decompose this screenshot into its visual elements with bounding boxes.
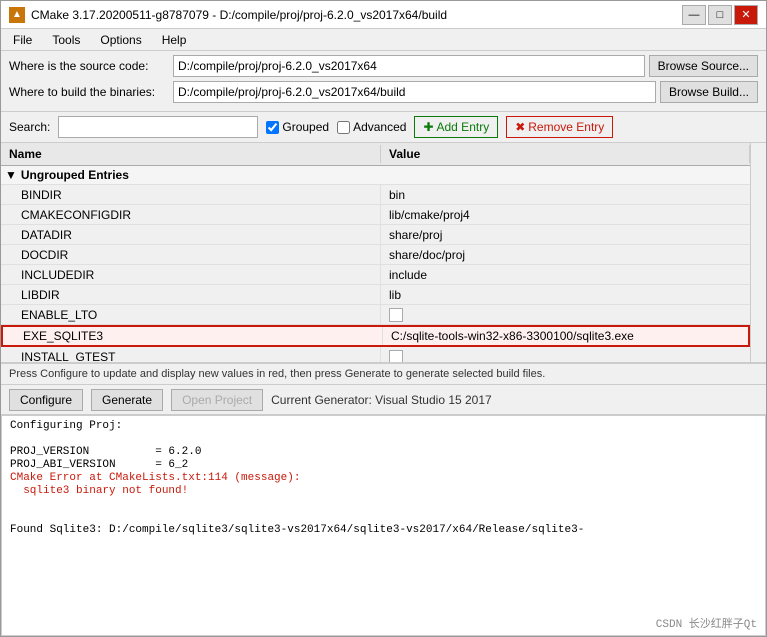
row-value-datadir: share/proj: [381, 225, 750, 244]
source-row: Where is the source code: Browse Source.…: [9, 55, 758, 77]
source-form-section: Where is the source code: Browse Source.…: [1, 51, 766, 112]
source-input[interactable]: [173, 55, 645, 77]
advanced-checkbox[interactable]: [337, 121, 350, 134]
table-row[interactable]: DOCDIR share/doc/proj: [1, 245, 750, 265]
output-line: [10, 498, 757, 510]
value-column-header: Value: [381, 145, 750, 163]
row-value-enable-lto: [381, 305, 750, 324]
output-line: Configuring Proj:: [10, 420, 757, 432]
menu-help[interactable]: Help: [158, 32, 191, 48]
table-container: Name Value ▼ Ungrouped Entries BINDIR bi…: [1, 143, 766, 362]
row-value-includedir: include: [381, 265, 750, 284]
menu-bar: File Tools Options Help: [1, 29, 766, 51]
table-row[interactable]: INCLUDEDIR include: [1, 265, 750, 285]
table-row[interactable]: ENABLE_LTO: [1, 305, 750, 325]
browse-source-button[interactable]: Browse Source...: [649, 55, 758, 77]
table-scrollbar[interactable]: [750, 143, 766, 362]
output-sqlite-line: Found Sqlite3: D:/compile/sqlite3/sqlite…: [10, 524, 757, 536]
title-bar-left: ▲ CMake 3.17.20200511-g8787079 - D:/comp…: [9, 7, 447, 23]
plus-icon: ✚: [423, 120, 433, 134]
table-row[interactable]: LIBDIR lib: [1, 285, 750, 305]
search-label: Search:: [9, 120, 50, 134]
table-row[interactable]: INSTALL_GTEST: [1, 347, 750, 362]
browse-build-button[interactable]: Browse Build...: [660, 81, 758, 103]
remove-entry-button[interactable]: ✖ Remove Entry: [506, 116, 613, 138]
grouped-checkbox[interactable]: [266, 121, 279, 134]
row-value-install-gtest: [381, 347, 750, 362]
table-scroll-area[interactable]: ▼ Ungrouped Entries BINDIR bin CMAKECONF…: [1, 166, 750, 362]
row-name-includedir: INCLUDEDIR: [1, 265, 381, 284]
row-name-install-gtest: INSTALL_GTEST: [1, 347, 381, 362]
row-value-exe-sqlite3: C:/sqlite-tools-win32-x86-3300100/sqlite…: [383, 327, 748, 345]
close-button[interactable]: ✕: [734, 5, 758, 25]
configure-button[interactable]: Configure: [9, 389, 83, 411]
watermark: CSDN 长沙红胖子Qt: [656, 615, 757, 631]
source-label: Where is the source code:: [9, 59, 169, 73]
current-generator-label: Current Generator: Visual Studio 15 2017: [271, 393, 492, 407]
build-input[interactable]: [173, 81, 656, 103]
menu-options[interactable]: Options: [96, 32, 145, 48]
x-icon: ✖: [515, 120, 525, 134]
app-icon: ▲: [9, 7, 25, 23]
advanced-checkbox-label[interactable]: Advanced: [337, 120, 406, 134]
cmake-table-section: Name Value ▼ Ungrouped Entries BINDIR bi…: [1, 143, 766, 363]
build-label: Where to build the binaries:: [9, 85, 169, 99]
window-title: CMake 3.17.20200511-g8787079 - D:/compil…: [31, 8, 447, 22]
table-header: Name Value: [1, 143, 750, 166]
row-value-libdir: lib: [381, 285, 750, 304]
row-value-docdir: share/doc/proj: [381, 245, 750, 264]
output-section[interactable]: Configuring Proj: PROJ_VERSION = 6.2.0 P…: [1, 415, 766, 636]
row-name-enable-lto: ENABLE_LTO: [1, 305, 381, 324]
output-error-line: CMake Error at CMakeLists.txt:114 (messa…: [10, 472, 757, 484]
table-main: Name Value ▼ Ungrouped Entries BINDIR bi…: [1, 143, 750, 362]
output-error-detail-line: sqlite3 binary not found!: [10, 485, 757, 497]
row-value-cmakeconfigdir: lib/cmake/proj4: [381, 205, 750, 224]
title-bar-controls: — □ ✕: [682, 5, 758, 25]
toolbar: Search: Grouped Advanced ✚ Add Entry ✖ R…: [1, 112, 766, 143]
group-toggle-icon[interactable]: ▼: [5, 168, 17, 182]
open-project-button[interactable]: Open Project: [171, 389, 263, 411]
enable-lto-checkbox[interactable]: [389, 308, 403, 322]
table-row[interactable]: BINDIR bin: [1, 185, 750, 205]
group-header-label: Ungrouped Entries: [21, 168, 129, 182]
title-bar: ▲ CMake 3.17.20200511-g8787079 - D:/comp…: [1, 1, 766, 29]
maximize-button[interactable]: □: [708, 5, 732, 25]
status-bar: Press Configure to update and display ne…: [1, 363, 766, 385]
generate-button[interactable]: Generate: [91, 389, 163, 411]
action-bar: Configure Generate Open Project Current …: [1, 385, 766, 415]
output-line: PROJ_VERSION = 6.2.0: [10, 446, 757, 458]
menu-file[interactable]: File: [9, 32, 36, 48]
name-column-header: Name: [1, 145, 381, 163]
table-row[interactable]: CMAKECONFIGDIR lib/cmake/proj4: [1, 205, 750, 225]
row-name-docdir: DOCDIR: [1, 245, 381, 264]
grouped-checkbox-label[interactable]: Grouped: [266, 120, 329, 134]
status-message: Press Configure to update and display ne…: [9, 368, 545, 380]
row-name-cmakeconfigdir: CMAKECONFIGDIR: [1, 205, 381, 224]
row-name-bindir: BINDIR: [1, 185, 381, 204]
row-name-datadir: DATADIR: [1, 225, 381, 244]
row-value-bindir: bin: [381, 185, 750, 204]
menu-tools[interactable]: Tools: [48, 32, 84, 48]
minimize-button[interactable]: —: [682, 5, 706, 25]
output-line: [10, 511, 757, 523]
ungrouped-entries-header[interactable]: ▼ Ungrouped Entries: [1, 166, 750, 185]
search-input[interactable]: [58, 116, 258, 138]
table-row-exe-sqlite3[interactable]: EXE_SQLITE3 C:/sqlite-tools-win32-x86-33…: [1, 325, 750, 347]
install-gtest-checkbox[interactable]: [389, 350, 403, 363]
add-entry-button[interactable]: ✚ Add Entry: [414, 116, 498, 138]
row-name-libdir: LIBDIR: [1, 285, 381, 304]
output-line: [10, 433, 757, 445]
output-line: PROJ_ABI_VERSION = 6_2: [10, 459, 757, 471]
main-window: ▲ CMake 3.17.20200511-g8787079 - D:/comp…: [0, 0, 767, 637]
build-row: Where to build the binaries: Browse Buil…: [9, 81, 758, 103]
table-row[interactable]: DATADIR share/proj: [1, 225, 750, 245]
row-name-exe-sqlite3: EXE_SQLITE3: [3, 327, 383, 345]
